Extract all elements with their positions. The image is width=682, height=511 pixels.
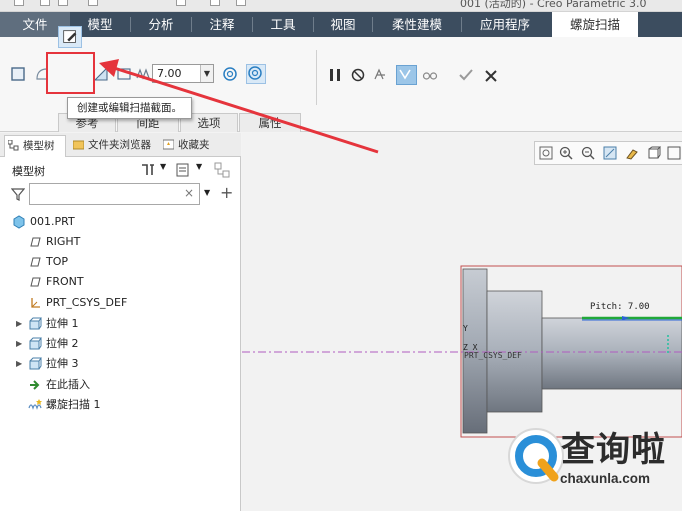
csys-label: PRT_CSYS_DEF (464, 351, 522, 360)
tab-analysis[interactable]: 分析 (131, 12, 191, 37)
tree-node-label: FRONT (46, 275, 84, 288)
chevron-down-icon[interactable]: ▼ (204, 188, 210, 197)
title-bar: 001 (活动的) - Creo Parametric 3.0 (0, 0, 682, 12)
expand-icon[interactable]: ▶ (16, 334, 22, 354)
tree-node-top[interactable]: TOP (0, 252, 240, 272)
shaft-cylinder (541, 317, 682, 390)
tree-node-label: RIGHT (46, 235, 81, 248)
watermark-url: chaxunla.com (560, 471, 651, 486)
tree-node-label: 001.PRT (30, 215, 75, 228)
close-window-icon[interactable] (236, 0, 246, 6)
view-toolbar (534, 141, 682, 165)
chevron-down-icon[interactable]: ▼ (196, 162, 202, 171)
saved-views-icon[interactable] (647, 146, 661, 160)
tree-node-label: 螺旋扫描 1 (46, 398, 101, 411)
tree-node-csys[interactable]: PRT_CSYS_DEF (0, 293, 240, 313)
tab-helical-sweep[interactable]: 螺旋扫描 (552, 12, 638, 38)
glasses-icon[interactable] (422, 67, 438, 83)
tree-filter-icon[interactable] (214, 162, 230, 178)
tree-node-part[interactable]: 001.PRT (0, 212, 240, 232)
cancel-icon[interactable] (483, 68, 499, 84)
display-style-icon[interactable] (625, 146, 639, 160)
tree-header-title: 模型树 (12, 165, 45, 178)
add-icon[interactable]: + (220, 183, 233, 202)
tree-node-extrude-3[interactable]: ▶ 拉伸 3 (0, 354, 240, 374)
zoom-in-icon[interactable] (559, 146, 573, 160)
axis-y-label: Y (463, 324, 468, 333)
tree-search-input[interactable]: × (29, 183, 200, 205)
view-manager-icon[interactable] (667, 146, 681, 160)
expand-icon[interactable]: ▶ (16, 314, 22, 334)
tab-model-tree[interactable]: 模型树 (4, 135, 66, 157)
app-icon (14, 0, 24, 6)
repaint-icon[interactable] (603, 146, 617, 160)
tab-view[interactable]: 视图 (314, 12, 372, 37)
tab-annotate[interactable]: 注释 (192, 12, 252, 37)
tab-flexible-modeling[interactable]: 柔性建模 (373, 12, 461, 37)
tree-header: 模型树 ▼ ▼ (0, 158, 241, 182)
tree-node-label: 拉伸 3 (46, 357, 79, 370)
preview-icon[interactable] (396, 65, 417, 85)
solid-icon[interactable] (10, 66, 26, 82)
tab-applications[interactable]: 应用程序 (462, 12, 548, 37)
tree-node-insert-here[interactable]: 在此插入 (0, 375, 240, 395)
new-file-icon[interactable] (40, 0, 50, 6)
filter-icon[interactable] (11, 187, 25, 201)
regenerate-icon[interactable] (176, 0, 186, 6)
save-icon[interactable] (88, 0, 98, 6)
highlight-box (46, 52, 95, 94)
zoom-out-icon[interactable] (581, 146, 595, 160)
tree-node-front[interactable]: FRONT (0, 272, 240, 292)
clear-icon[interactable]: × (184, 186, 194, 200)
confirm-icon[interactable] (458, 67, 474, 83)
show-icon[interactable] (176, 163, 190, 177)
tree-node-right[interactable]: RIGHT (0, 232, 240, 252)
tree-node-helical-sweep[interactable]: 螺旋扫描 1 (0, 395, 240, 415)
refit-icon[interactable] (539, 146, 553, 160)
watermark-logo (508, 428, 564, 484)
tree-node-label: 在此插入 (46, 378, 90, 391)
tree-node-extrude-2[interactable]: ▶ 拉伸 2 (0, 334, 240, 354)
tree-node-label: PRT_CSYS_DEF (46, 296, 128, 309)
watermark-text: 查询啦 (561, 430, 666, 470)
open-file-icon[interactable] (58, 0, 68, 6)
chevron-down-icon[interactable]: ▼ (160, 162, 166, 171)
tree-settings-icon[interactable] (140, 163, 156, 177)
tab-model-tree-label: 模型树 (23, 140, 55, 152)
pointer-arrow (99, 59, 379, 154)
tree-node-label: TOP (46, 255, 69, 268)
window-title: 001 (活动的) - Creo Parametric 3.0 (460, 0, 647, 10)
tree-node-extrude-1[interactable]: ▶ 拉伸 1 (0, 314, 240, 334)
tree-node-label: 拉伸 1 (46, 317, 79, 330)
expand-icon[interactable]: ▶ (16, 354, 22, 374)
pitch-annotation[interactable]: Pitch: 7.00 (590, 302, 650, 312)
window-icon[interactable] (210, 0, 220, 6)
tree-node-label: 拉伸 2 (46, 337, 79, 350)
ribbon-tabs: 文件 模型 分析 注释 工具 视图 柔性建模 应用程序 螺旋扫描 (0, 12, 682, 38)
tab-tools[interactable]: 工具 (253, 12, 313, 37)
edit-sweep-section-button[interactable] (58, 26, 82, 48)
